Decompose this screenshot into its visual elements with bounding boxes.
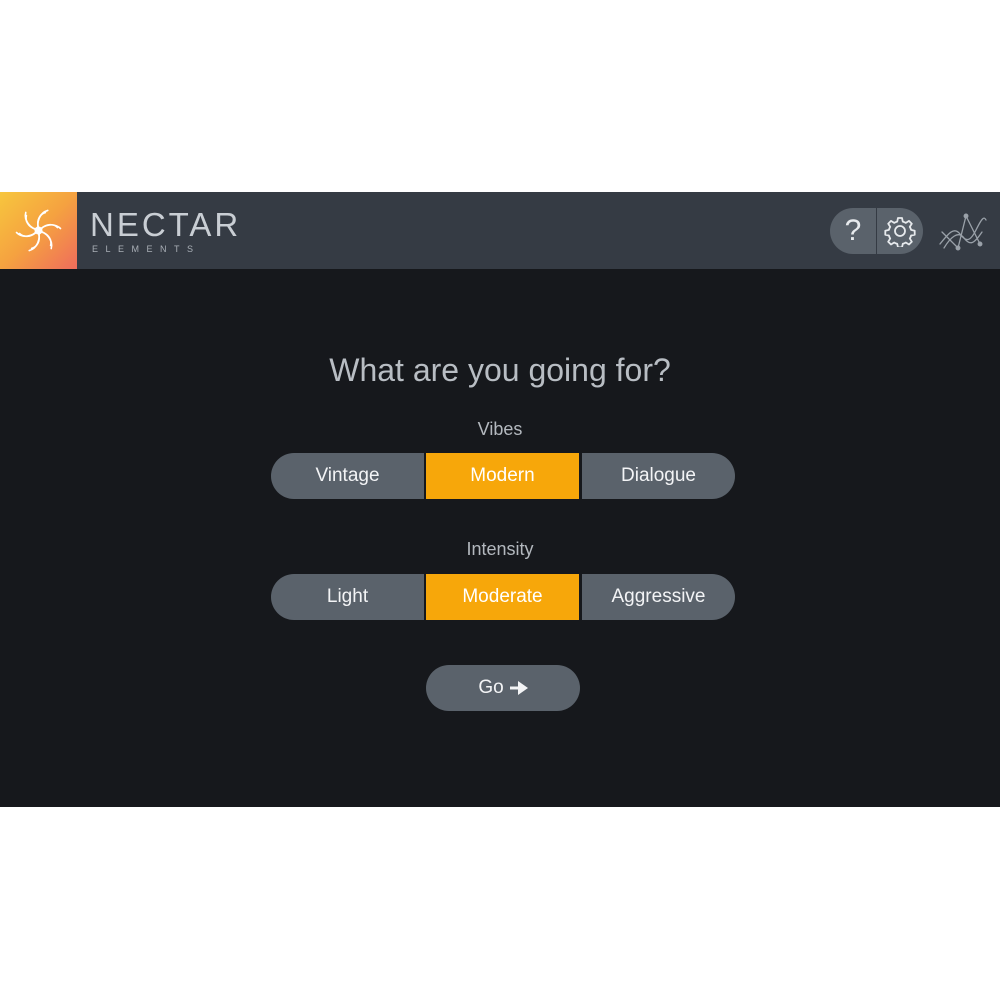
gear-icon (884, 217, 916, 247)
intensity-option-moderate[interactable]: Moderate (426, 574, 579, 620)
settings-button[interactable] (877, 208, 923, 254)
vibes-label: Vibes (477, 419, 523, 439)
intensity-option-aggressive[interactable]: Aggressive (582, 574, 735, 620)
intensity-option-light[interactable]: Light (271, 574, 424, 620)
nectar-logo-icon (15, 209, 62, 252)
nectar-logo (0, 192, 77, 269)
help-button[interactable]: ? (830, 208, 876, 254)
page-title: What are you going for? (329, 352, 671, 388)
vibes-option-modern[interactable]: Modern (426, 453, 579, 499)
vibes-selector: Vintage Modern Dialogue (271, 453, 735, 499)
arrow-right-icon (509, 681, 528, 695)
vibes-option-dialogue[interactable]: Dialogue (582, 453, 735, 499)
vibes-option-vintage[interactable]: Vintage (271, 453, 424, 499)
header-bar: NECTAR ELEMENTS ? (0, 192, 1000, 269)
app-window: NECTAR ELEMENTS ? What are you going for… (0, 192, 1000, 807)
intensity-selector: Light Moderate Aggressive (271, 574, 735, 620)
help-icon: ? (844, 214, 862, 247)
header-button-group: ? (830, 208, 923, 254)
brand-name: NECTAR (90, 206, 242, 243)
izotope-logo-icon (939, 213, 987, 251)
go-button-label: Go (478, 677, 504, 698)
go-button[interactable]: Go (426, 665, 580, 711)
intensity-label: Intensity (466, 539, 534, 559)
brand-subtitle: ELEMENTS (92, 244, 201, 254)
